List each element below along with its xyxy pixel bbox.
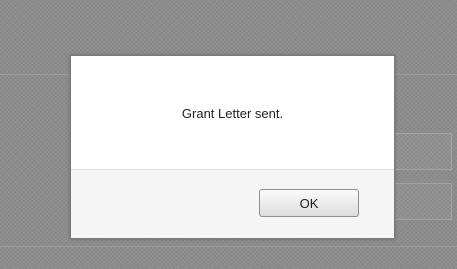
alert-dialog: Grant Letter sent. OK xyxy=(70,55,395,239)
background-field xyxy=(392,133,452,170)
background-divider xyxy=(0,246,457,247)
ok-button[interactable]: OK xyxy=(259,189,359,217)
background-field xyxy=(392,183,452,220)
dialog-body: Grant Letter sent. xyxy=(71,56,394,169)
dialog-footer: OK xyxy=(71,169,394,238)
dialog-message: Grant Letter sent. xyxy=(181,106,284,121)
